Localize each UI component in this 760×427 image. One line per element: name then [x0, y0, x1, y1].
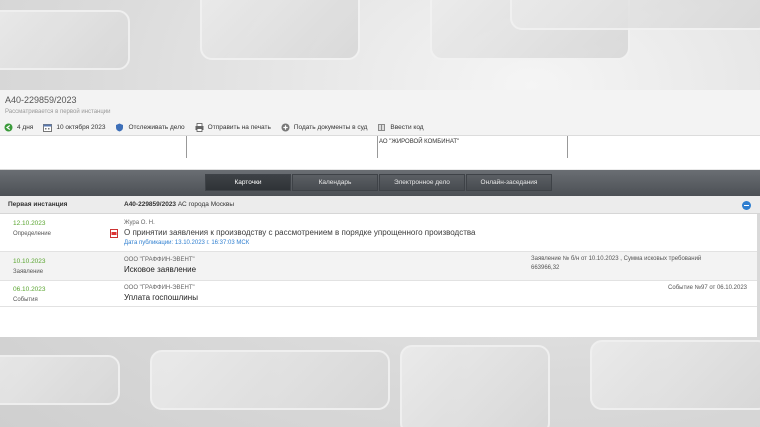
event-row: 06.10.2023 События ООО "ГРАФФИН-ЭВЕНТ" У… — [0, 281, 760, 307]
event-author: Жура О. Н. — [124, 220, 155, 226]
background-panel-shape — [590, 340, 760, 410]
event-date: 06.10.2023 — [13, 286, 46, 293]
event-author: ООО "ГРАФФИН-ЭВЕНТ" — [124, 257, 195, 263]
instance-court: АС города Москвы — [177, 201, 235, 208]
case-header: А40-229859/2023 Рассматривается в первой… — [0, 90, 760, 136]
background-panel-shape — [0, 355, 120, 405]
column-divider — [377, 136, 378, 158]
background-panel-shape — [200, 0, 360, 60]
case-number: А40-229859/2023 — [5, 95, 77, 105]
column-divider — [186, 136, 187, 158]
plus-circle-icon — [281, 123, 290, 132]
tab-electronic-case[interactable]: Электронное дело — [379, 174, 465, 191]
case-tabbar: Карточки Календарь Электронное дело Онла… — [0, 170, 760, 196]
background-panel-shape — [510, 0, 760, 30]
case-status: Рассматривается в первой инстанции — [5, 109, 111, 115]
calendar-date-label: 10 октября 2023 — [56, 123, 106, 131]
submit-documents-label: Подать документы в суд — [293, 123, 368, 131]
print-button[interactable]: Отправить на печать — [195, 122, 271, 132]
book-icon — [377, 123, 386, 132]
event-type: Определение — [13, 231, 51, 237]
event-info-line: Заявление № б/н от 10.10.2023 , Сумма ис… — [531, 256, 702, 262]
instance-case-info: А40-229859/2023 АС города Москвы — [124, 201, 234, 208]
collapse-button[interactable] — [742, 201, 751, 210]
print-label: Отправить на печать — [207, 123, 271, 131]
background-panel-shape — [0, 10, 130, 70]
event-title: Уплата госпошлины — [124, 293, 198, 302]
event-date: 12.10.2023 — [13, 220, 46, 227]
printer-icon — [195, 122, 204, 132]
days-counter-button[interactable]: 4 дня — [4, 123, 33, 132]
event-row: 12.10.2023 Определение Жура О. Н. О прин… — [0, 214, 760, 252]
back-arrow-icon — [4, 123, 13, 132]
event-row: 10.10.2023 Заявление ООО "ГРАФФИН-ЭВЕНТ"… — [0, 252, 760, 281]
instance-header[interactable]: Первая инстанция А40-229859/2023 АС горо… — [0, 196, 760, 214]
track-case-button[interactable]: Отслеживать дело — [115, 123, 185, 132]
event-publication-date: Дата публикации: 13.10.2023 г. 16:37:03 … — [124, 240, 250, 246]
event-document-link[interactable]: О принятии заявления к производству с ра… — [124, 228, 476, 237]
submit-documents-button[interactable]: Подать документы в суд — [281, 123, 368, 132]
event-info: Заявление № б/н от 10.10.2023 , Сумма ис… — [531, 255, 731, 273]
event-title: Исковое заявление — [124, 265, 197, 274]
events-panel: Первая инстанция А40-229859/2023 АС горо… — [0, 196, 760, 337]
event-type: Заявление — [13, 269, 44, 275]
shield-icon — [115, 123, 124, 132]
event-claim-amount: 663966,32 — [531, 265, 560, 271]
tab-online-hearings[interactable]: Онлайн-заседания — [466, 174, 552, 191]
column-divider — [567, 136, 568, 158]
instance-title: Первая инстанция — [8, 201, 68, 208]
event-author: ООО "ГРАФФИН-ЭВЕНТ" — [124, 285, 195, 291]
case-toolbar: 4 дня 10 октября 2023 Отслеживать дело О… — [4, 122, 434, 132]
tab-calendar[interactable]: Календарь — [292, 174, 378, 191]
pdf-document-icon[interactable] — [110, 229, 118, 238]
enter-code-label: Ввести код — [390, 123, 424, 131]
tab-cards[interactable]: Карточки — [205, 174, 291, 191]
background-panel-shape — [150, 350, 390, 410]
calendar-icon — [43, 123, 53, 132]
enter-code-button[interactable]: Ввести код — [377, 123, 424, 132]
event-type: События — [13, 297, 38, 303]
instance-case-number: А40-229859/2023 — [124, 201, 177, 208]
event-date: 10.10.2023 — [13, 258, 46, 265]
calendar-date-button[interactable]: 10 октября 2023 — [43, 123, 105, 132]
participants-table: АО "ЖИРОВОЙ КОМБИНАТ" — [0, 136, 760, 169]
days-counter-label: 4 дня — [17, 123, 34, 131]
event-info: Событие №97 от 06.10.2023 — [668, 285, 747, 291]
background-panel-shape — [400, 345, 550, 427]
participant-name: АО "ЖИРОВОЙ КОМБИНАТ" — [379, 139, 460, 145]
track-case-label: Отслеживать дело — [128, 123, 185, 131]
